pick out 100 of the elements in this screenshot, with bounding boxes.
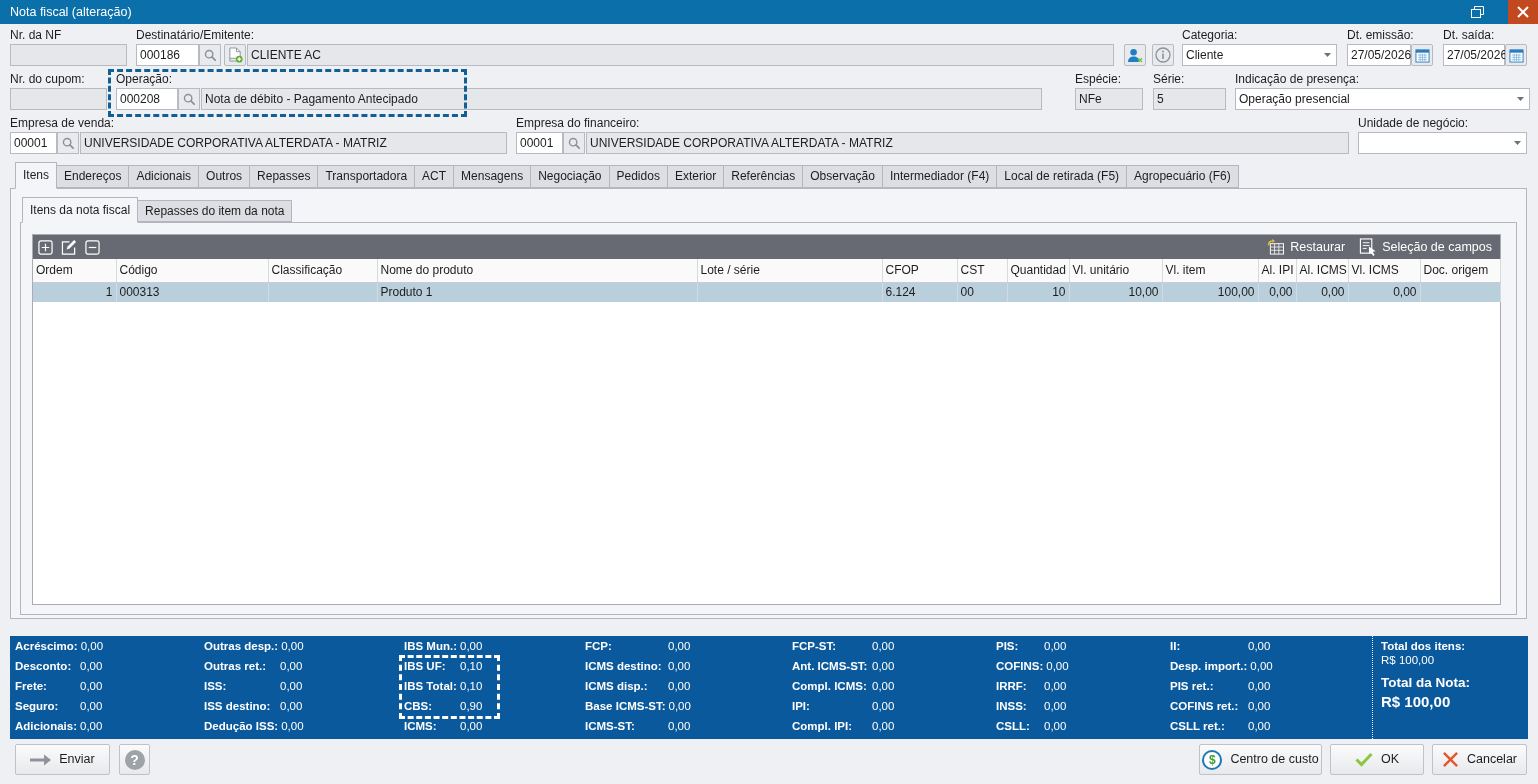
table-row[interactable]: 1 000313 Produto 1 6.124 00 10 10,00 100,00 0,00 0,00 0,00 — [33, 282, 1500, 302]
code-field[interactable]: 000186 — [136, 44, 199, 66]
table-cell: 1 — [33, 282, 116, 302]
total-label: IBS Mun.: — [404, 639, 458, 654]
total-label: ICMS disp.: — [585, 679, 649, 694]
tab[interactable]: Exterior — [666, 165, 725, 188]
text-field[interactable]: 5 — [1153, 88, 1226, 110]
code-field[interactable]: 00001 — [516, 132, 563, 154]
total-value: 0,10 — [460, 679, 483, 694]
column-header[interactable]: Vl. unitário — [1069, 259, 1162, 282]
total-label: Adicionais: — [15, 719, 77, 734]
tab[interactable]: Negociação — [530, 165, 610, 188]
total-label: Total dos itens: — [1381, 639, 1466, 653]
tab[interactable]: Itens — [15, 162, 57, 189]
dropdown[interactable]: Operação presencial — [1235, 88, 1530, 110]
pencil-square-icon[interactable] — [61, 239, 77, 255]
total-value: 0,00 — [1044, 639, 1067, 654]
name-field[interactable]: Nota de débito - Pagamento Antecipado — [201, 88, 1042, 110]
text-field[interactable]: NFe — [1075, 88, 1143, 110]
total-value: 0,00 — [80, 659, 103, 674]
cost-center-button[interactable]: $ Centro de custo — [1199, 744, 1322, 775]
search-button[interactable] — [199, 44, 221, 66]
total-label: Outras ret.: — [204, 659, 267, 674]
code-field[interactable]: 00001 — [10, 132, 57, 154]
column-header[interactable]: Ordem — [33, 259, 116, 282]
column-header[interactable]: Lote / série — [697, 259, 882, 282]
column-header[interactable]: Al. IPI — [1258, 259, 1296, 282]
total-value: 0,00 — [80, 639, 104, 654]
total-value: 0,00 — [668, 659, 691, 674]
x-mark-icon — [1442, 751, 1459, 768]
calendar-button[interactable] — [1505, 44, 1527, 66]
date-field[interactable]: 27/05/2026 — [1443, 44, 1505, 66]
person-button[interactable] — [1124, 44, 1146, 66]
search-button[interactable] — [563, 132, 585, 154]
total-label: ISS destino: — [204, 699, 272, 714]
add-document-button[interactable] — [224, 44, 246, 66]
name-field[interactable]: CLIENTE AC — [247, 44, 1114, 66]
ok-button[interactable]: OK — [1330, 744, 1424, 775]
search-button[interactable] — [178, 88, 200, 110]
column-header[interactable]: Doc. origem — [1420, 259, 1500, 282]
tab[interactable]: Adicionais — [128, 165, 200, 188]
field-label: Nr. da NF — [10, 27, 63, 44]
close-button[interactable] — [1508, 0, 1538, 24]
total-label: ICMS: — [404, 719, 438, 734]
total-label: II: — [1170, 639, 1182, 654]
tab[interactable]: Repasses — [249, 165, 319, 188]
total-value: 0,00 — [460, 639, 483, 654]
field-label: Dt. saída: — [1443, 27, 1496, 44]
tab[interactable]: Referências — [723, 165, 804, 188]
tab[interactable]: Mensagens — [453, 165, 532, 188]
tab[interactable]: Agropecuário (F6) — [1126, 165, 1239, 188]
restore-button[interactable]: Restaurar — [1267, 239, 1346, 255]
code-field[interactable]: 000208 — [116, 88, 178, 110]
cancel-button[interactable]: Cancelar — [1432, 744, 1527, 775]
tab[interactable]: Endereços — [56, 165, 130, 188]
minus-square-icon[interactable] — [85, 239, 100, 255]
field-selection-button[interactable]: Seleção de campos — [1359, 238, 1492, 256]
total-label: IBS Total: — [404, 679, 457, 694]
column-header[interactable]: Nome do produto — [377, 259, 697, 282]
tab[interactable]: ACT — [414, 165, 455, 188]
total-value: 0,00 — [80, 719, 103, 734]
tab[interactable]: Local de retirada (F5) — [996, 165, 1128, 188]
column-header[interactable]: Classificação — [268, 259, 377, 282]
tab[interactable]: Repasses do item da nota — [137, 200, 293, 222]
tab[interactable]: Observação — [802, 165, 883, 188]
restore-window-icon[interactable] — [1471, 6, 1484, 18]
tab[interactable]: Intermediador (F4) — [881, 165, 998, 188]
column-header[interactable]: Quantidad — [1007, 259, 1069, 282]
tab[interactable]: Transportadora — [317, 165, 416, 188]
column-header[interactable]: Al. ICMS — [1296, 259, 1348, 282]
info-button[interactable] — [1152, 44, 1174, 66]
total-value: 0,00 — [1248, 699, 1271, 714]
total-value: 0,00 — [280, 659, 303, 674]
dropdown[interactable] — [1358, 132, 1527, 154]
person-icon — [1127, 47, 1143, 63]
column-header[interactable]: Vl. item — [1162, 259, 1258, 282]
tab[interactable]: Itens da nota fiscal — [22, 197, 139, 223]
column-header[interactable]: Vl. ICMS — [1348, 259, 1420, 282]
tab[interactable]: Outros — [198, 165, 251, 188]
total-value: 0,00 — [80, 679, 103, 694]
total-label: IRRF: — [996, 679, 1028, 694]
column-header[interactable]: CFOP — [882, 259, 957, 282]
text-field[interactable] — [10, 88, 107, 110]
calendar-button[interactable] — [1411, 44, 1433, 66]
total-label: ISS: — [204, 679, 228, 694]
dropdown[interactable]: Cliente — [1182, 44, 1337, 66]
text-field[interactable] — [10, 44, 127, 66]
send-button[interactable]: Enviar — [15, 744, 110, 775]
name-field[interactable]: UNIVERSIDADE CORPORATIVA ALTERDATA - MATRIZ — [80, 132, 507, 154]
search-button[interactable] — [57, 132, 79, 154]
total-label: IPI: — [792, 699, 811, 714]
column-header[interactable]: CST — [957, 259, 1007, 282]
name-field[interactable]: UNIVERSIDADE CORPORATIVA ALTERDATA - MATRIZ — [586, 132, 1349, 154]
date-field[interactable]: 27/05/2026 — [1347, 44, 1411, 66]
total-value: 0,00 — [668, 719, 691, 734]
column-header[interactable]: Código — [116, 259, 268, 282]
caret-icon — [1517, 97, 1524, 101]
tab[interactable]: Pedidos — [608, 165, 668, 188]
plus-square-icon[interactable] — [38, 239, 53, 255]
total-label: Compl. ICMS: — [792, 679, 868, 694]
